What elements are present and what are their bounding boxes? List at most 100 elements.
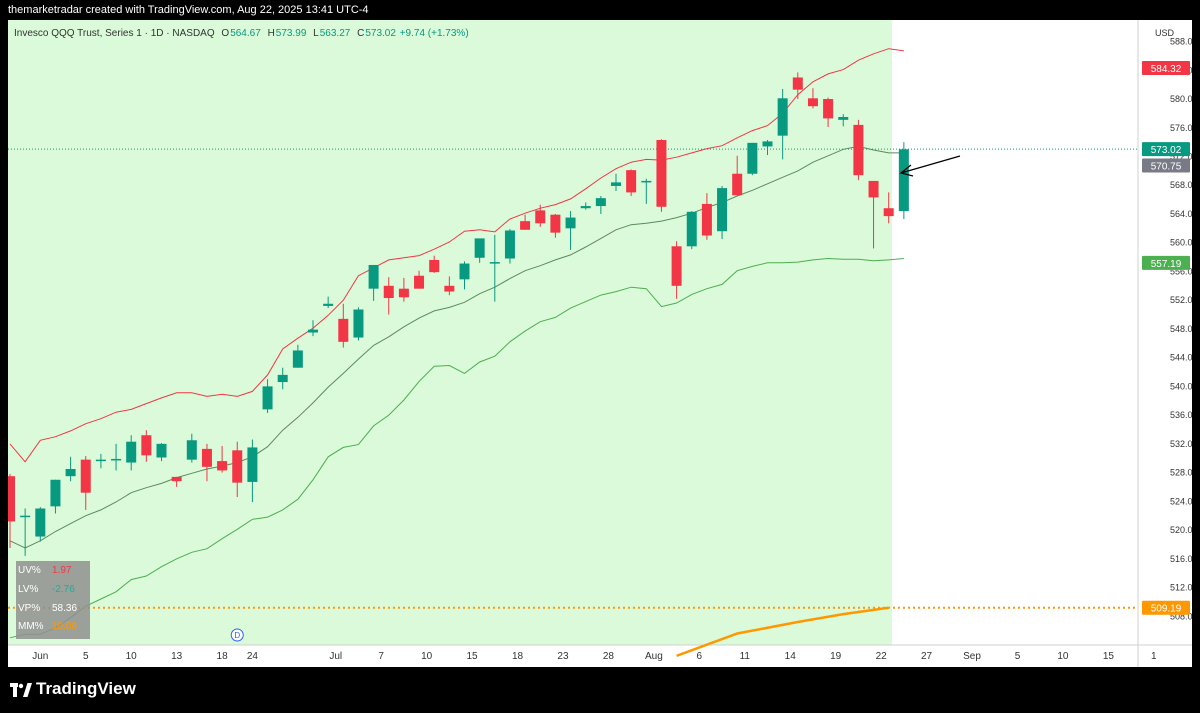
candle-body <box>898 149 909 212</box>
candle-body <box>217 461 228 471</box>
x-tick-label: 28 <box>603 651 615 662</box>
candle-body <box>595 198 606 207</box>
dividend-label: D <box>234 631 240 640</box>
x-tick-label: 22 <box>876 651 888 662</box>
x-tick-label: 15 <box>1103 651 1115 662</box>
y-tick-label: 560.00 <box>1170 238 1192 248</box>
candle-body <box>474 238 485 258</box>
candle-body <box>868 180 879 198</box>
x-tick-label: 10 <box>126 651 138 662</box>
open-value: 564.67 <box>230 28 261 39</box>
candle-body <box>489 262 500 264</box>
y-tick-label: 540.00 <box>1170 381 1192 391</box>
candle-body <box>838 116 849 120</box>
candle-body <box>50 479 61 507</box>
candle-body <box>777 98 788 136</box>
x-tick-label: 18 <box>217 651 229 662</box>
indicator-value: 10.08 <box>52 621 78 632</box>
x-tick-label: 14 <box>785 651 797 662</box>
indicator-row: VP% 58.36 <box>18 603 77 614</box>
x-tick-label: 5 <box>83 651 89 662</box>
candle-body <box>338 318 349 342</box>
candle-body <box>883 208 894 217</box>
candle-body <box>656 139 667 207</box>
candle-body <box>111 458 122 461</box>
candle-body <box>747 142 758 174</box>
candle-body <box>853 124 864 176</box>
top-bar: themarketradar created with TradingView.… <box>0 0 1200 20</box>
x-tick-label: Jul <box>329 651 342 662</box>
close-value: 573.02 <box>365 28 396 39</box>
candle-body <box>626 170 637 193</box>
price-axis-bg <box>1138 20 1192 667</box>
x-tick-label: 18 <box>512 651 524 662</box>
tradingview-logo[interactable]: TradingView <box>10 679 136 699</box>
currency-label: USD <box>1154 28 1174 38</box>
price-label: 509.19 <box>1151 604 1182 615</box>
y-tick-label: 588.00 <box>1170 37 1192 47</box>
low-value: 563.27 <box>319 28 351 39</box>
candle-body <box>186 440 197 460</box>
candle-body <box>701 203 712 236</box>
candle-body <box>8 476 15 522</box>
high-label: H <box>267 28 275 39</box>
candle-body <box>35 508 46 537</box>
y-tick-label: 580.00 <box>1170 94 1192 104</box>
candle-body <box>65 468 76 477</box>
candle-body <box>353 309 364 338</box>
candle-body <box>641 180 652 183</box>
candle-body <box>20 515 31 518</box>
x-tick-label: 24 <box>247 651 259 662</box>
y-tick-label: 576.00 <box>1170 123 1192 133</box>
candle-body <box>262 386 273 410</box>
y-tick-label: 528.00 <box>1170 468 1192 478</box>
candle-body <box>580 206 591 209</box>
candle-body <box>292 350 303 368</box>
indicator-value: 1.97 <box>52 565 72 576</box>
x-tick-label: 15 <box>467 651 479 662</box>
indicator-value: -2.76 <box>52 584 75 595</box>
candle-body <box>550 214 561 233</box>
y-tick-label: 564.00 <box>1170 209 1192 219</box>
x-tick-label: Jun <box>32 651 48 662</box>
candle-body <box>792 77 803 90</box>
x-tick-label: 13 <box>171 651 183 662</box>
price-label: 570.75 <box>1151 161 1182 172</box>
brand-name: TradingView <box>36 679 136 698</box>
y-tick-label: 544.00 <box>1170 353 1192 363</box>
candle-body <box>504 230 515 259</box>
price-label: 573.02 <box>1151 145 1182 156</box>
x-tick-label: 5 <box>1015 651 1021 662</box>
candle-body <box>762 141 773 147</box>
indicator-value: 58.36 <box>52 603 78 614</box>
y-tick-label: 532.00 <box>1170 439 1192 449</box>
price-chart[interactable]: 508.00512.00516.00520.00524.00528.00532.… <box>8 20 1192 667</box>
chart-panel[interactable]: 508.00512.00516.00520.00524.00528.00532.… <box>8 20 1192 667</box>
candle-body <box>156 443 167 458</box>
candle-body <box>717 188 728 232</box>
candle-body <box>565 217 576 229</box>
indicator-label: UV% <box>18 565 41 576</box>
candle-body <box>247 447 258 482</box>
price-label: 584.32 <box>1151 64 1182 75</box>
y-tick-label: 536.00 <box>1170 410 1192 420</box>
x-tick-label: 10 <box>421 651 433 662</box>
candle-body <box>141 435 152 456</box>
candle-body <box>686 211 697 247</box>
indicator-row: LV% -2.76 <box>18 584 75 595</box>
y-tick-label: 552.00 <box>1170 295 1192 305</box>
x-tick-label: 7 <box>378 651 384 662</box>
x-tick-label: 23 <box>557 651 569 662</box>
candle-body <box>95 459 106 462</box>
candle-body <box>308 329 318 333</box>
candle-body <box>807 98 818 107</box>
indicator-label: LV% <box>18 584 39 595</box>
candle-body <box>323 303 334 306</box>
change-value: +9.74 (+1.73%) <box>399 28 469 39</box>
x-tick-label: 19 <box>830 651 842 662</box>
x-tick-label: 27 <box>921 651 933 662</box>
x-tick-label: 10 <box>1057 651 1069 662</box>
candle-body <box>823 99 834 119</box>
candle-body <box>535 210 546 224</box>
candle-body <box>80 459 91 493</box>
